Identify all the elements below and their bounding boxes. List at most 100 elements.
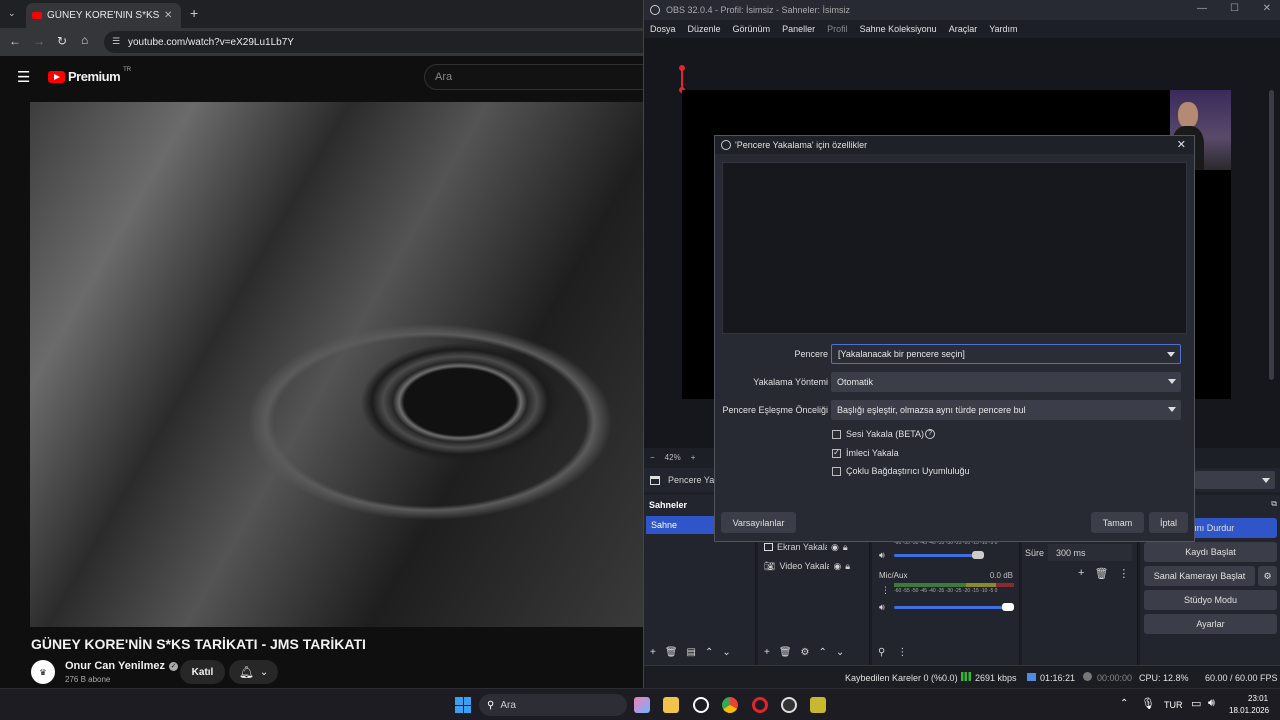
source-item[interactable]: 📷︎ Video Yakala ◉ 🔒︎ [764, 558, 868, 574]
lock-icon[interactable]: 🔒︎ [845, 561, 850, 572]
match-priority-select[interactable]: Başlığı eşleştir, olmazsa aynı türde pen… [831, 400, 1181, 420]
video-player[interactable] [30, 102, 643, 627]
dock-options-icon[interactable]: ⧉ [1271, 499, 1277, 509]
chatgpt-icon[interactable] [693, 697, 709, 713]
capture-audio-checkbox[interactable]: Sesi Yakala (BETA) ? [832, 429, 936, 439]
obs-logo-icon [650, 5, 660, 15]
visibility-eye-icon[interactable]: ◉ [833, 561, 841, 572]
youtube-search-input[interactable]: Ara [424, 64, 643, 90]
obs-taskbar-icon[interactable] [781, 697, 797, 713]
copilot-icon[interactable] [634, 697, 650, 713]
menu-tools[interactable]: Araçlar [949, 24, 978, 34]
source-settings-icon[interactable]: ⚙ [801, 647, 810, 658]
visibility-eye-icon[interactable]: ◉ [831, 542, 839, 553]
ok-button[interactable]: Tamam [1091, 512, 1144, 533]
studio-mode-button[interactable]: Stüdyo Modu [1144, 590, 1277, 610]
lock-icon[interactable]: 🔒︎ [843, 542, 848, 553]
move-down-icon[interactable]: ⌄ [722, 647, 730, 658]
clock-date[interactable]: 18.01.2026 [1229, 706, 1269, 715]
zoom-level: 42% [664, 452, 681, 462]
capture-method-select[interactable]: Otomatik [831, 372, 1181, 392]
move-up-icon[interactable]: ⌃ [705, 647, 713, 658]
scene-filter-icon[interactable]: ▤ [687, 647, 696, 658]
volume-slider[interactable] [894, 551, 984, 559]
start-button[interactable] [455, 697, 471, 713]
mixer-options-icon[interactable]: ⋮ [897, 647, 907, 658]
menu-docks[interactable]: Paneller [782, 24, 815, 34]
chrome-icon[interactable] [722, 697, 738, 713]
start-recording-label: Kaydı Başlat [1185, 547, 1236, 557]
address-bar[interactable]: ☰ youtube.com/watch?v=eX29Lu1Lb7Y [104, 31, 643, 53]
source-select-dropdown[interactable] [1195, 471, 1275, 489]
microphone-icon[interactable]: 🎙︎ [1141, 697, 1155, 710]
remove-transition-icon[interactable]: 🗑︎ [1094, 567, 1108, 580]
close-window-icon[interactable]: ✕ [1263, 3, 1271, 14]
menu-edit[interactable]: Düzenle [688, 24, 721, 34]
clock-time[interactable]: 23:01 [1248, 694, 1268, 703]
taskbar-search-placeholder: Ara [500, 699, 516, 711]
channel-avatar[interactable]: ♛ [31, 660, 55, 684]
transition-menu-icon[interactable]: ⋮ [1118, 567, 1129, 580]
help-icon[interactable]: ? [925, 429, 936, 439]
menu-help[interactable]: Yardım [989, 24, 1017, 34]
maximize-icon[interactable]: ☐ [1230, 3, 1239, 14]
new-tab-button[interactable]: + [190, 5, 198, 21]
add-transition-icon[interactable]: + [1078, 567, 1084, 580]
defaults-button[interactable]: Varsayılanlar [721, 512, 796, 533]
language-indicator[interactable]: TUR [1164, 700, 1183, 710]
start-recording-button[interactable]: Kaydı Başlat [1144, 542, 1277, 562]
reload-icon[interactable]: ↻ [57, 34, 67, 48]
network-icon[interactable]: ▭ [1191, 697, 1201, 710]
home-icon[interactable]: ⌂ [81, 33, 88, 47]
minimize-icon[interactable]: — [1197, 3, 1207, 14]
menu-scene-collection[interactable]: Sahne Koleksiyonu [860, 24, 937, 34]
remove-scene-icon[interactable]: 🗑︎ [665, 647, 678, 658]
window-select[interactable]: [Yakalanacak bir pencere seçin] [831, 344, 1181, 364]
chevron-down-icon [1168, 407, 1176, 412]
settings-button[interactable]: Ayarlar [1144, 614, 1277, 634]
preview-scrollbar[interactable] [1269, 90, 1274, 380]
forward-icon[interactable]: → [33, 34, 45, 48]
zoom-in-button[interactable]: + [691, 453, 696, 462]
close-dialog-icon[interactable]: ✕ [1177, 138, 1186, 151]
volume-icon[interactable]: 🔊︎ [879, 550, 885, 561]
menu-view[interactable]: Görünüm [733, 24, 771, 34]
cancel-button[interactable]: İptal [1149, 512, 1188, 533]
hamburger-menu-icon[interactable]: ☰ [17, 68, 30, 86]
zoom-out-button[interactable]: − [650, 453, 655, 462]
back-icon[interactable]: ← [9, 34, 21, 48]
volume-icon[interactable]: 🔊︎ [879, 602, 885, 613]
channel-name-row[interactable]: Onur Can Yenilmez ✓ [65, 660, 179, 672]
browser-tab[interactable]: GÜNEY KORE'NİN S*KS TARİKATI ✕ [26, 3, 181, 28]
opera-icon[interactable] [752, 697, 768, 713]
duration-input[interactable]: 300 ms [1048, 544, 1132, 561]
virtual-camera-settings-button[interactable]: ⚙ [1258, 566, 1277, 586]
close-tab-icon[interactable]: ✕ [164, 10, 172, 21]
add-scene-icon[interactable]: + [650, 647, 656, 658]
tab-list-icon[interactable]: ⌄ [8, 8, 16, 19]
add-source-icon[interactable]: + [764, 647, 770, 658]
scene-label: Sahne [651, 520, 678, 530]
move-down-icon[interactable]: ⌄ [836, 647, 844, 658]
menu-profile[interactable]: Profil [827, 24, 848, 34]
site-info-icon[interactable]: ☰ [112, 36, 120, 47]
move-up-icon[interactable]: ⌃ [819, 647, 827, 658]
volume-slider[interactable] [894, 603, 1014, 611]
scenes-toolbar: + 🗑︎ ▤ ⌃ ⌄ [650, 647, 731, 658]
capture-cursor-checkbox[interactable]: ✓ İmleci Yakala [832, 448, 899, 458]
mixer-menu-icon[interactable]: ⋮ [881, 585, 890, 596]
notification-bell-button[interactable]: 🔔︎ ⌄ [229, 660, 278, 684]
tray-chevron-icon[interactable]: ⌃ [1120, 698, 1128, 709]
menu-file[interactable]: Dosya [650, 24, 676, 34]
multi-adapter-checkbox[interactable]: Çoklu Bağdaştırıcı Uyumluluğu [832, 466, 970, 476]
app-icon[interactable] [810, 697, 826, 713]
remove-source-icon[interactable]: 🗑︎ [779, 647, 792, 658]
start-virtual-camera-button[interactable]: Sanal Kamerayı Başlat [1144, 566, 1255, 586]
youtube-logo[interactable]: Premium TR [48, 67, 131, 84]
mixer-link-icon[interactable]: ⚲ [878, 647, 885, 658]
file-explorer-icon[interactable] [663, 697, 679, 713]
duration-label: Süre [1025, 548, 1045, 558]
join-button[interactable]: Katıl [180, 660, 225, 684]
taskbar-search[interactable]: ⚲ Ara [479, 694, 627, 716]
volume-tray-icon[interactable]: 🔊︎ [1208, 697, 1215, 710]
